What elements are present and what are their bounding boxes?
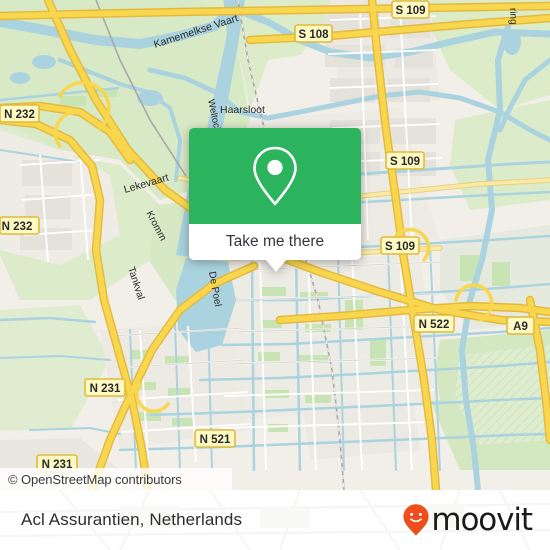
shield-label: N 232 xyxy=(2,221,33,233)
route-shield: N 231 xyxy=(84,378,126,397)
route-shield: S 109 xyxy=(380,236,420,255)
route-shield: A9 xyxy=(506,316,535,335)
shield-label: S 109 xyxy=(390,156,420,168)
shield-label: S 109 xyxy=(395,5,425,17)
shield-label: S 108 xyxy=(298,29,329,41)
route-shield: S 109 xyxy=(385,151,425,170)
shield-label: N 232 xyxy=(4,109,35,121)
route-shield: N 521 xyxy=(194,429,236,448)
take-me-there-label: Take me there xyxy=(225,233,325,250)
shield-label: A9 xyxy=(513,321,528,333)
callout-cta-panel[interactable]: Take me there xyxy=(189,224,361,260)
footer-bar: Acl Assurantien, Netherlands moovit xyxy=(0,490,550,550)
route-shield: S 108 xyxy=(294,24,333,43)
route-shield: N 522 xyxy=(413,314,455,333)
osm-attribution-text: © OpenStreetMap contributors xyxy=(8,471,182,487)
route-shield: N 232 xyxy=(0,104,40,123)
moovit-pin-icon xyxy=(403,504,429,536)
callout-tail xyxy=(265,259,287,272)
shield-label: N 521 xyxy=(200,434,231,446)
callout-pin-panel xyxy=(189,128,361,224)
shield-label: N 522 xyxy=(419,319,450,331)
shield-label: S 109 xyxy=(385,241,415,253)
map-pin-icon xyxy=(253,146,297,206)
route-shield: S 109 xyxy=(391,0,430,19)
route-shield: N 232 xyxy=(0,216,40,235)
page-title: Acl Assurantien, Netherlands xyxy=(21,510,243,529)
shield-label: N 231 xyxy=(90,383,121,395)
screenshot-root: S 109 S 108 N 232 S 109 N 232 S 109 N 52… xyxy=(0,0,550,550)
osm-attribution[interactable]: © OpenStreetMap contributors xyxy=(0,468,232,490)
moovit-brand[interactable]: moovit xyxy=(402,501,533,538)
water-label: Haarsloot xyxy=(220,104,265,116)
take-me-there-callout[interactable]: Take me there xyxy=(189,128,361,272)
water-label: ring xyxy=(507,8,519,25)
moovit-wordmark: moovit xyxy=(431,501,533,538)
